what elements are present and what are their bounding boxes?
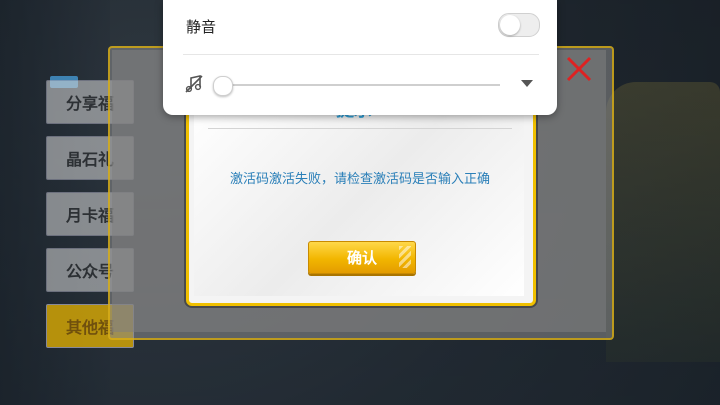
music-off-icon (184, 74, 204, 94)
mute-label: 静音 (186, 18, 217, 36)
volume-track[interactable] (220, 84, 500, 86)
confirm-label: 确认 (346, 249, 377, 267)
chevron-down-icon[interactable] (521, 80, 533, 87)
confirm-button[interactable]: 确认 (308, 241, 416, 274)
sound-panel (163, 0, 557, 115)
character-art (606, 82, 720, 362)
close-icon[interactable] (562, 52, 596, 86)
mute-toggle[interactable] (498, 13, 540, 37)
sound-divider (183, 54, 539, 55)
volume-slider-knob[interactable] (213, 76, 233, 96)
dialog-divider (208, 128, 512, 129)
toggle-knob (500, 15, 520, 35)
dialog-message: 激活码激活失败，请检查激活码是否输入正确 (229, 172, 490, 187)
